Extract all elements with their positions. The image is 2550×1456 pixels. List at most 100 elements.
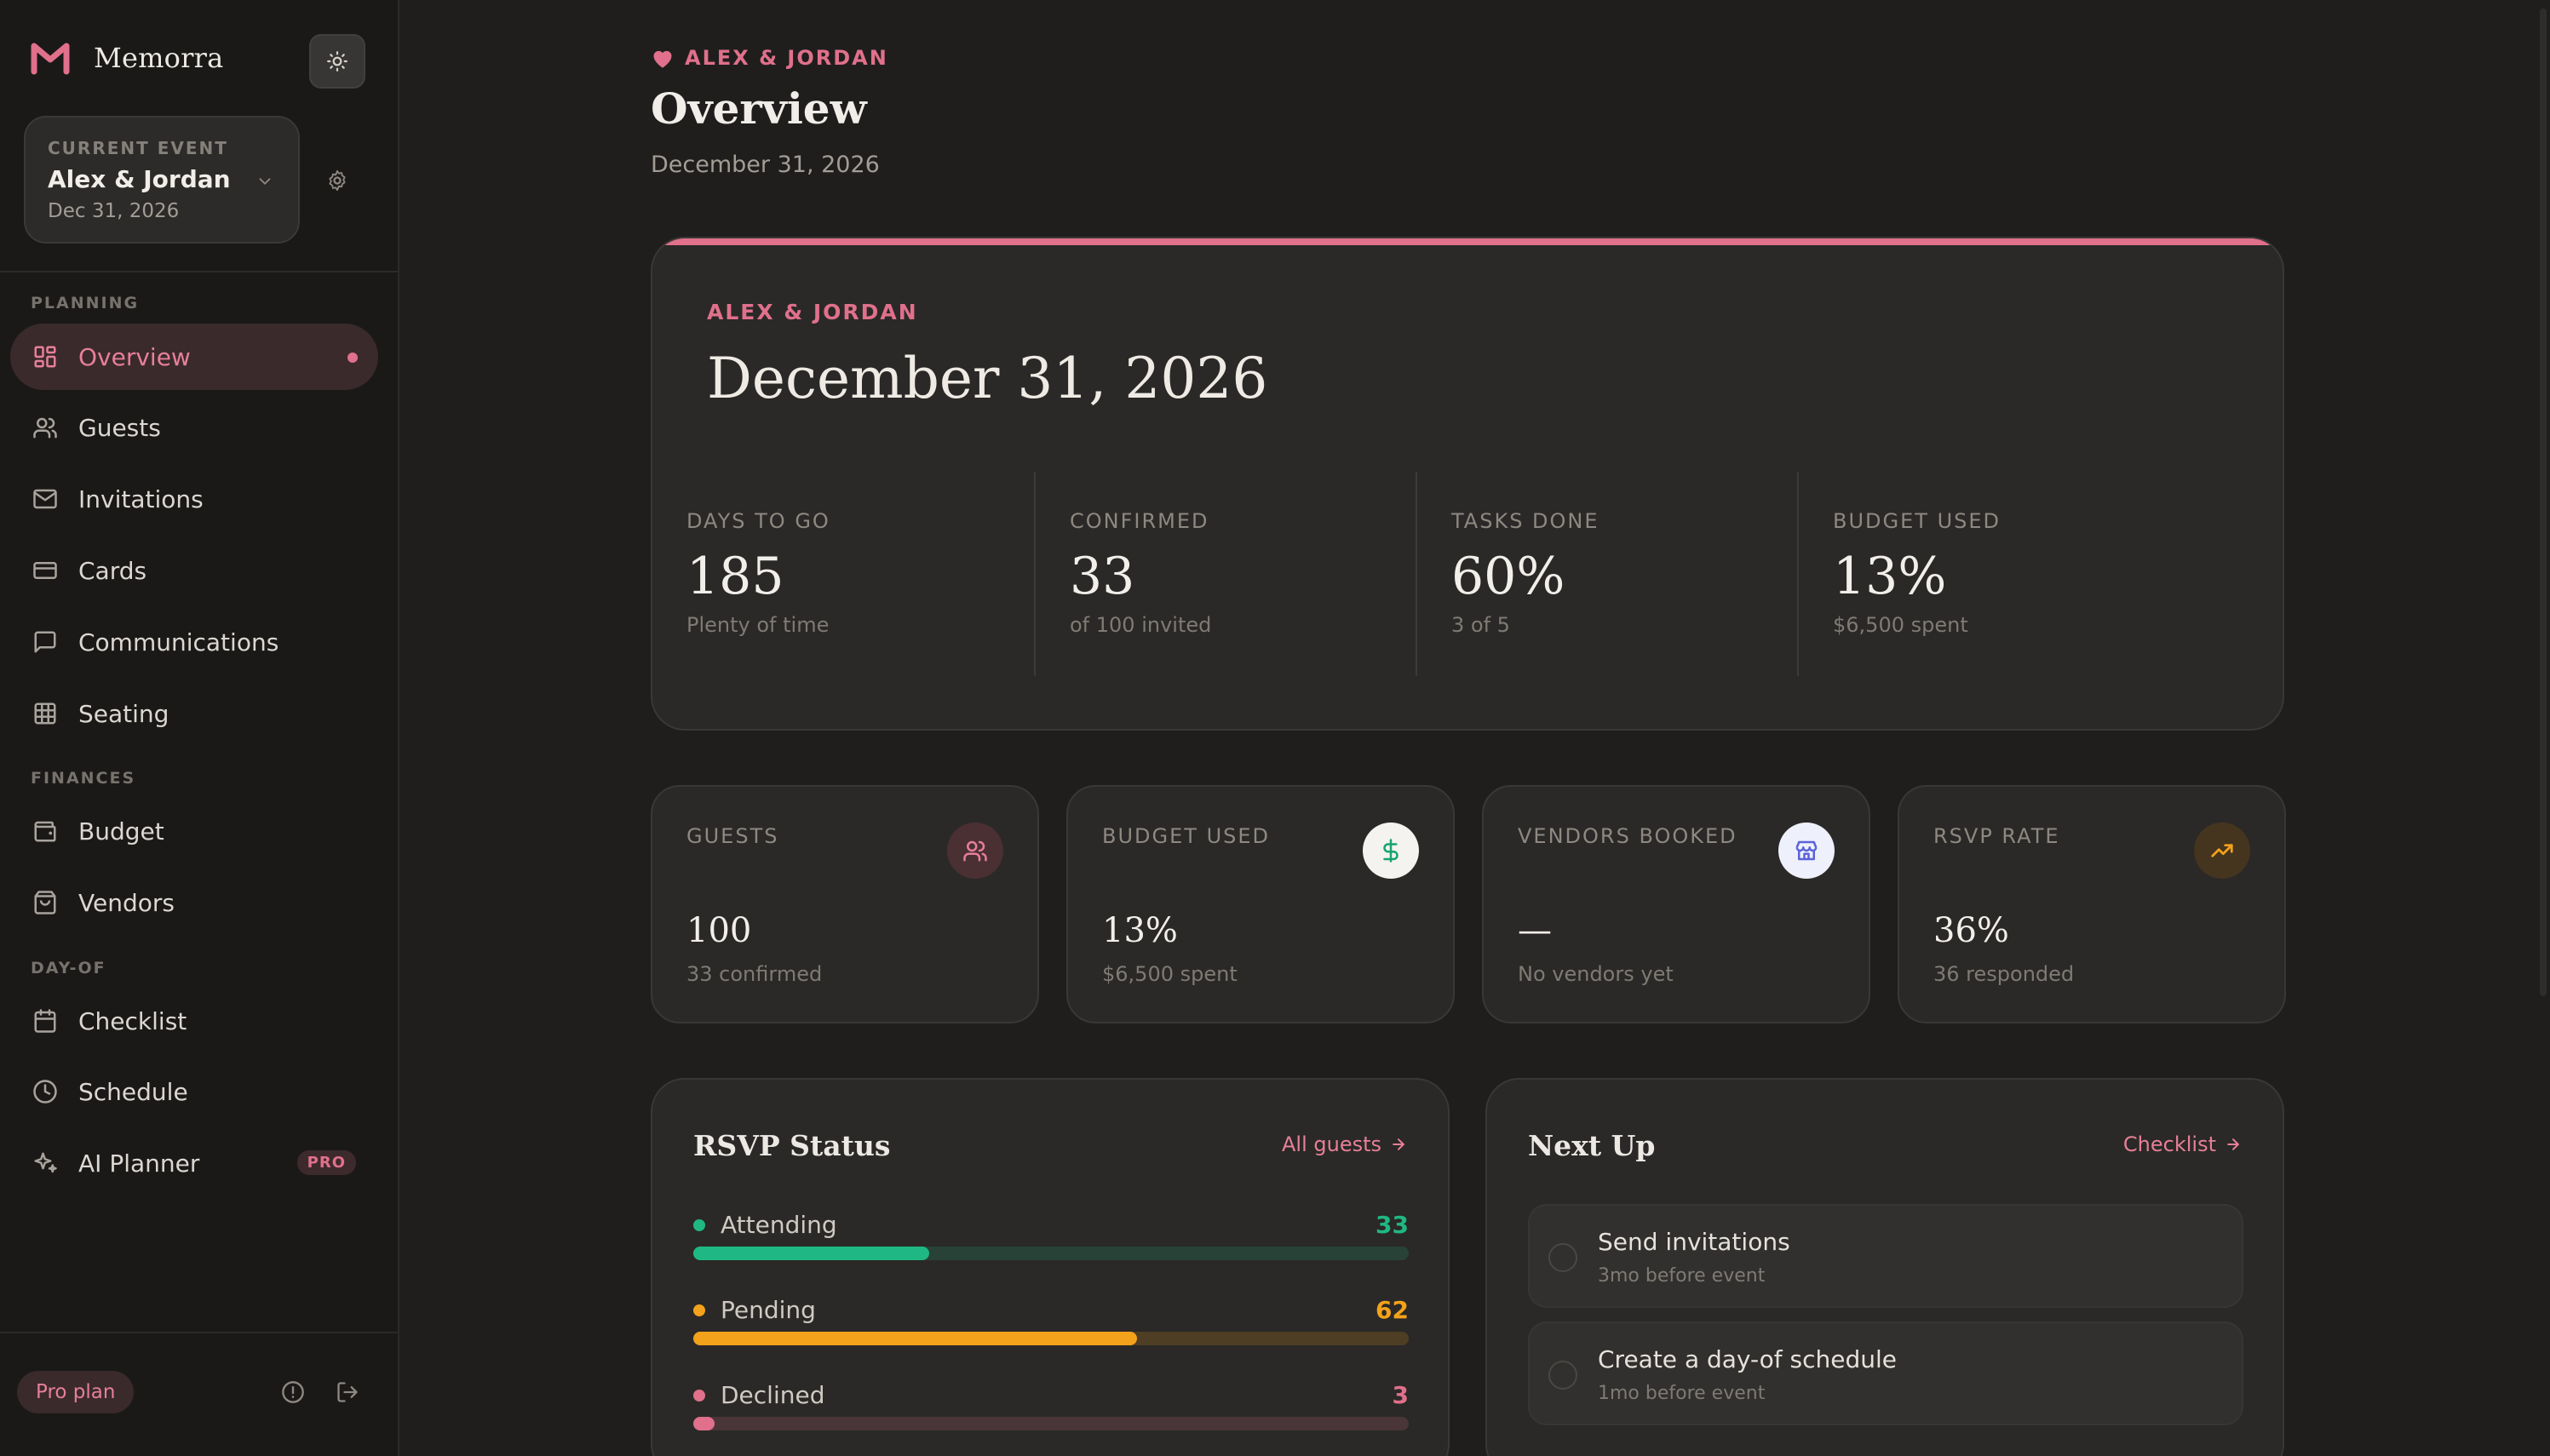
- card-value: 36%: [1933, 911, 2009, 950]
- progress-track: [693, 1247, 1409, 1260]
- stat-sub: of 100 invited: [1070, 613, 1212, 637]
- sidebar-divider: [0, 271, 399, 272]
- brand[interactable]: Memorra: [31, 41, 223, 75]
- dollar-icon: [1363, 823, 1419, 879]
- store-icon: [1778, 823, 1835, 879]
- page-title: Overview: [651, 83, 867, 134]
- sidebar-item-label: Invitations: [78, 484, 204, 513]
- logout-icon[interactable]: [333, 1378, 362, 1407]
- heart-icon: [653, 50, 672, 68]
- task-title: Send invitations: [1598, 1228, 1790, 1256]
- sidebar-item-schedule[interactable]: Schedule: [10, 1058, 378, 1125]
- layout-grid-icon: [31, 342, 60, 371]
- page-date: December 31, 2026: [651, 152, 880, 178]
- current-event-name: Alex & Jordan: [48, 165, 231, 193]
- section-label-planning: PLANNING: [31, 294, 140, 312]
- sidebar-item-overview[interactable]: Overview: [10, 324, 378, 390]
- section-label-dayof: DAY-OF: [31, 959, 106, 977]
- panel-title: RSVP Status: [693, 1129, 891, 1162]
- status-dot: [693, 1304, 705, 1316]
- table-grid-icon: [31, 699, 60, 728]
- stat-card-rsvp-rate[interactable]: RSVP RATE 36% 36 responded: [1898, 785, 2286, 1023]
- sidebar-item-communications[interactable]: Communications: [10, 609, 378, 675]
- hero-stat-tasks-done: TASKS DONE 60% 3 of 5: [1416, 472, 1797, 676]
- sidebar-item-checklist[interactable]: Checklist: [10, 988, 378, 1054]
- card-sub: 36 responded: [1933, 962, 2075, 986]
- next-up-panel: Next Up Checklist Send invitations 3mo b…: [1485, 1078, 2284, 1456]
- current-event-selector[interactable]: CURRENT EVENT Alex & Jordan Dec 31, 2026: [24, 116, 300, 244]
- help-icon[interactable]: [279, 1378, 307, 1407]
- credit-card-icon: [31, 556, 60, 585]
- link-label: All guests: [1281, 1132, 1381, 1156]
- sidebar-item-seating[interactable]: Seating: [10, 680, 378, 747]
- theme-toggle-button[interactable]: [309, 34, 365, 89]
- task-checkbox[interactable]: [1548, 1361, 1577, 1390]
- sidebar-item-guests[interactable]: Guests: [10, 394, 378, 461]
- message-icon: [31, 628, 60, 656]
- page-kicker: ALEX & JORDAN: [651, 46, 888, 70]
- task-title: Create a day-of schedule: [1598, 1345, 1897, 1373]
- hero-stat-budget-used: BUDGET USED 13% $6,500 spent: [1797, 472, 2179, 676]
- card-label: GUESTS: [686, 824, 779, 848]
- task-item[interactable]: Send invitations 3mo before event: [1528, 1204, 2243, 1308]
- sidebar-item-invitations[interactable]: Invitations: [10, 466, 378, 532]
- sidebar-item-label: Overview: [78, 342, 191, 371]
- card-value: —: [1518, 911, 1552, 950]
- users-icon: [947, 823, 1003, 879]
- hero-stat-days-to-go: DAYS TO GO 185 Plenty of time: [652, 472, 1034, 676]
- checklist-link[interactable]: Checklist: [2123, 1132, 2242, 1156]
- sidebar-item-ai-planner[interactable]: AI Planner PRO: [10, 1130, 378, 1196]
- hero-kicker: ALEX & JORDAN: [707, 300, 918, 324]
- sidebar-item-label: Checklist: [78, 1006, 187, 1035]
- trending-up-icon: [2194, 823, 2250, 879]
- stat-label: BUDGET USED: [1833, 509, 2002, 533]
- scrollbar-thumb[interactable]: [2540, 9, 2547, 996]
- card-sub: $6,500 spent: [1102, 962, 1238, 986]
- page-kicker-text: ALEX & JORDAN: [685, 46, 888, 70]
- status-dot: [693, 1219, 705, 1231]
- calendar-icon: [31, 1006, 60, 1035]
- sun-icon: [327, 51, 347, 72]
- sidebar-item-label: Budget: [78, 817, 164, 846]
- rsvp-count: 3: [1392, 1381, 1409, 1409]
- sidebar-item-cards[interactable]: Cards: [10, 537, 378, 604]
- card-label: BUDGET USED: [1102, 824, 1271, 848]
- stat-card-budget-used[interactable]: BUDGET USED 13% $6,500 spent: [1066, 785, 1455, 1023]
- pro-badge: PRO: [296, 1150, 356, 1175]
- stat-sub: Plenty of time: [686, 613, 830, 637]
- hero-accent-bar: [652, 238, 2283, 245]
- event-settings-icon[interactable]: [325, 169, 349, 192]
- link-label: Checklist: [2122, 1132, 2216, 1156]
- main-content: ALEX & JORDAN Overview December 31, 2026…: [400, 0, 2550, 1456]
- arrow-right-icon: [1393, 1138, 1404, 1150]
- current-event-kicker: CURRENT EVENT: [48, 138, 228, 158]
- status-dot: [693, 1390, 705, 1402]
- sidebar-item-label: AI Planner: [78, 1149, 200, 1178]
- task-item[interactable]: Create a day-of schedule 1mo before even…: [1528, 1321, 2243, 1425]
- progress-fill: [693, 1332, 1137, 1345]
- stat-value: 60%: [1451, 547, 1565, 606]
- plan-badge[interactable]: Pro plan: [17, 1371, 135, 1413]
- card-label: RSVP RATE: [1933, 824, 2060, 848]
- brand-name: Memorra: [94, 42, 224, 74]
- rsvp-label: Attending: [721, 1211, 837, 1239]
- sidebar-item-vendors[interactable]: Vendors: [10, 869, 378, 936]
- rsvp-row-attending: Attending 33: [693, 1206, 1409, 1265]
- stat-value: 13%: [1833, 547, 1947, 606]
- active-indicator-dot: [347, 353, 358, 363]
- stat-card-guests[interactable]: GUESTS 100 33 confirmed: [651, 785, 1039, 1023]
- progress-fill: [693, 1247, 930, 1260]
- task-checkbox[interactable]: [1548, 1243, 1577, 1272]
- current-event-date: Dec 31, 2026: [48, 200, 180, 222]
- sidebar-item-label: Seating: [78, 699, 169, 728]
- task-due: 3mo before event: [1598, 1265, 1766, 1287]
- wallet-icon: [31, 817, 60, 846]
- card-label: VENDORS BOOKED: [1518, 824, 1737, 848]
- progress-track: [693, 1332, 1409, 1345]
- stat-label: DAYS TO GO: [686, 509, 830, 533]
- stat-card-vendors-booked[interactable]: VENDORS BOOKED — No vendors yet: [1482, 785, 1870, 1023]
- all-guests-link[interactable]: All guests: [1282, 1132, 1407, 1156]
- section-label-finances: FINANCES: [31, 769, 136, 788]
- memorra-logo-icon: [31, 43, 70, 75]
- sidebar-item-budget[interactable]: Budget: [10, 798, 378, 864]
